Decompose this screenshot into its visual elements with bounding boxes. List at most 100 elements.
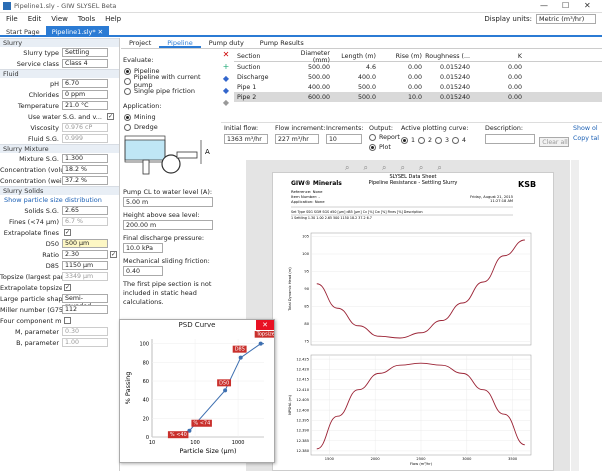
radio-dot [369, 143, 376, 151]
table-cell: 0.015240 [439, 63, 470, 71]
chlorides-field[interactable]: 0 ppm [62, 90, 108, 99]
preview-scrollbar[interactable] [571, 160, 579, 471]
table-row[interactable]: Pipe 1 400.00 500.0 0.00 0.015240 0.00 [234, 82, 602, 92]
menu-edit[interactable]: Edit [28, 15, 42, 23]
radio-curve-2[interactable]: 2 [418, 135, 432, 145]
d85-label: D85 [45, 261, 59, 270]
particle-shape-select[interactable]: Semi-rounded [62, 294, 108, 310]
miller-field[interactable]: 112 [62, 305, 108, 314]
pump-cl-field[interactable]: 5.00 m [123, 197, 213, 207]
slurry-type-select[interactable]: Settling [62, 48, 108, 57]
move-down-icon[interactable]: ◆ [220, 86, 232, 98]
col-header[interactable]: K [470, 53, 522, 60]
clear-all-button[interactable]: Clear all [539, 137, 569, 147]
delete-icon[interactable]: ✕ [220, 50, 232, 62]
radio-curve-3[interactable]: 3 [435, 135, 449, 145]
radio-curve-4[interactable]: 4 [452, 135, 466, 145]
description-field[interactable] [485, 134, 535, 144]
table-cell: 500.0 [357, 93, 376, 101]
ratio-checkbox[interactable]: ✓ [110, 251, 117, 258]
show-psd-link[interactable]: Show particle size distribution [0, 195, 119, 205]
radio-mining[interactable]: Mining [124, 112, 217, 122]
radio-pipeline-pump[interactable]: Pipeline with current pump [124, 73, 217, 89]
flow-increment-field[interactable]: 227 m³/hr [275, 134, 319, 144]
menu-tools[interactable]: Tools [78, 15, 95, 23]
y-tick-label: 12.395 [296, 419, 309, 423]
maximize-button[interactable]: ☐ [562, 1, 569, 10]
col-header[interactable]: Diameter (mm) [284, 50, 330, 64]
height-sea-field[interactable]: 200.00 m [123, 220, 213, 230]
col-header[interactable]: Length (m) [330, 53, 376, 60]
tab-project[interactable]: Project [121, 38, 159, 48]
fines-field[interactable]: 6.7 % [62, 217, 108, 226]
sheet-subtitle: Pipeline Resistance - Settling Slurry [369, 180, 458, 186]
y-tick-label: 12.410 [296, 388, 309, 392]
tab-pipeline1[interactable]: Pipeline1.sly* ✕ [45, 26, 110, 37]
radio-plot[interactable]: Plot [369, 142, 400, 152]
discharge-pressure-field[interactable]: 10.0 kPa [123, 243, 163, 253]
x-tick-label: 2500 [416, 457, 426, 461]
viscosity-field[interactable]: 0.976 cP [62, 123, 108, 132]
conc-vol-field[interactable]: 18.2 % [62, 165, 108, 174]
title-bar: Pipeline1.sly - GIW SLYSEL Beta — ☐ ✕ [0, 0, 602, 13]
table-row[interactable]: Suction 500.00 4.6 0.00 0.015240 0.00 [234, 62, 602, 72]
psd-close-button[interactable]: ✕ [256, 320, 274, 330]
use-water-checkbox[interactable]: ✓ [107, 113, 114, 120]
increments-select[interactable]: 10 [326, 134, 362, 144]
table-row-selected[interactable]: Pipe 2 600.00 500.0 10.0 0.015240 0.00 [234, 92, 602, 102]
tab-start-page[interactable]: Start Page [0, 26, 46, 37]
increments-label: Increments: [326, 125, 364, 132]
menu-view[interactable]: View [51, 15, 68, 23]
conc-weight-field[interactable]: 37.2 % [62, 176, 108, 185]
tab-pump-results[interactable]: Pump Results [252, 38, 312, 48]
minimize-button[interactable]: — [540, 1, 548, 10]
add-icon[interactable]: + [220, 62, 232, 74]
ph-field[interactable]: 6.70 [62, 79, 108, 88]
giw-brand: GIW® Minerals [291, 180, 342, 187]
service-class-select[interactable]: Class 4 [62, 59, 108, 68]
d85-field[interactable]: 1150 μm [62, 261, 108, 270]
sliding-friction-field[interactable]: 0.40 [123, 266, 163, 276]
fluid-sg-field[interactable]: 0.999 [62, 134, 108, 143]
menu-help[interactable]: Help [105, 15, 121, 23]
initial-flow-field[interactable]: 1363 m³/hr [224, 134, 268, 144]
col-header[interactable]: Section [234, 53, 284, 60]
radio-curve-1[interactable]: 1 [401, 135, 415, 145]
table-row[interactable]: Discharge 500.00 400.0 0.00 0.015240 0.00 [234, 72, 602, 82]
extrapolate-topsize-checkbox[interactable]: ✓ [64, 284, 71, 291]
fluid-header[interactable]: Fluid [0, 69, 119, 78]
y-tick-label: 95 [304, 270, 309, 274]
solids-sg-field[interactable]: 2.65 [62, 206, 108, 215]
col-header[interactable]: Rise (m) [376, 53, 422, 60]
solids-header[interactable]: Slurry Solids [0, 186, 119, 195]
mixture-sg-field[interactable]: 1.300 [62, 154, 108, 163]
show-old-link[interactable]: Show ol [573, 124, 599, 134]
radio-dot [124, 67, 131, 75]
d50-field[interactable]: 500 μm [62, 239, 108, 248]
tab-pipeline[interactable]: Pipeline [159, 38, 201, 48]
radio-dot [401, 136, 408, 144]
radio-dredge[interactable]: Dredge [124, 122, 217, 132]
slurry-header[interactable]: Slurry [0, 38, 119, 47]
topsize-field[interactable]: 3349 μm [62, 272, 108, 281]
tdh-chart: 105 100 95 90 85 80 75 Total Dynamic Head (m) [288, 232, 532, 346]
ratio-field[interactable]: 2.30 [62, 250, 108, 259]
move-up-icon[interactable]: ◆ [220, 74, 232, 86]
m-parameter-field[interactable]: 0.30 [62, 327, 108, 336]
col-header[interactable]: Roughness (... [422, 53, 470, 60]
b-parameter-field[interactable]: 1.00 [62, 338, 108, 347]
close-button[interactable]: ✕ [584, 1, 591, 10]
display-units-select[interactable]: Metric (m³/hr) [536, 14, 596, 24]
table-cell: 0.015240 [439, 73, 470, 81]
copy-table-link[interactable]: Copy tal [573, 134, 599, 144]
psd-tag-label: % <74 [193, 421, 210, 427]
copy-icon[interactable]: ◆ [220, 98, 232, 110]
temperature-field[interactable]: 21.0 °C [62, 101, 108, 110]
radio-report[interactable]: Report [369, 132, 400, 142]
radio-label: Plot [379, 143, 391, 151]
four-component-checkbox[interactable] [64, 317, 71, 324]
menu-file[interactable]: File [6, 15, 18, 23]
extrapolate-fines-checkbox[interactable]: ✓ [64, 229, 71, 236]
tab-pump-duty[interactable]: Pump duty [201, 38, 252, 48]
mixture-header[interactable]: Slurry Mixture [0, 144, 119, 153]
